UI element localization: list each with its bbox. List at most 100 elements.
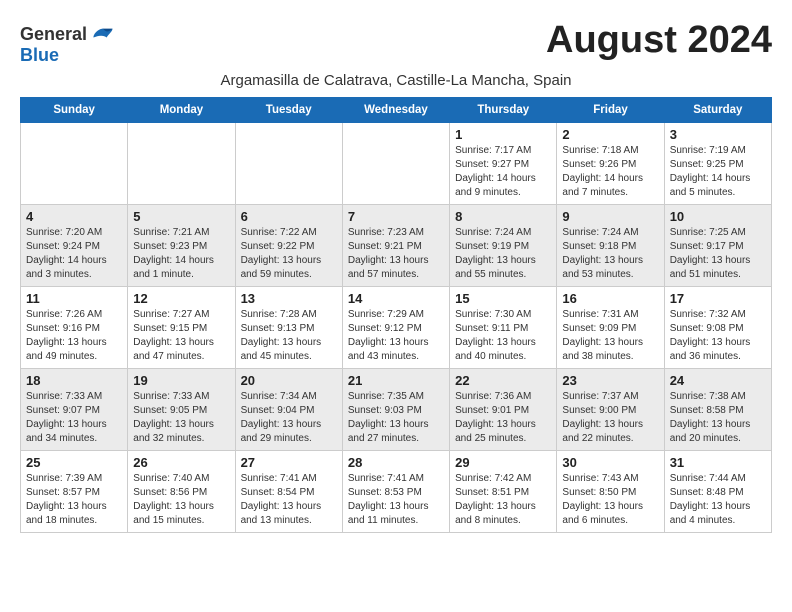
week-row-4: 18Sunrise: 7:33 AM Sunset: 9:07 PM Dayli… bbox=[21, 369, 772, 451]
main-title: August 2024 bbox=[546, 20, 772, 62]
cell-week1-mon bbox=[128, 123, 235, 205]
cell-info: Sunrise: 7:33 AM Sunset: 9:07 PM Dayligh… bbox=[26, 390, 122, 446]
week-row-5: 25 Sunrise: 7:39 AM Sunset: 8:57 PM Dayli… bbox=[21, 451, 772, 533]
cell-info: Sunrise: 7:19 AM Sunset: 9:25 PM Dayligh… bbox=[670, 144, 766, 200]
cell-week1-tue bbox=[235, 123, 342, 205]
cell-info: Sunrise: 7:22 AM Sunset: 9:22 PM Dayligh… bbox=[241, 226, 337, 282]
cell-info: Sunrise: 7:37 AM Sunset: 9:00 PM Dayligh… bbox=[562, 390, 658, 446]
cell-week4-sat: 24 Sunrise: 7:38 AM Sunset: 8:58 PM Dayli… bbox=[664, 369, 771, 451]
cell-week4-thu: 22 Sunrise: 7:36 AM Sunset: 9:01 PM Dayli… bbox=[450, 369, 557, 451]
date-number: 17 bbox=[670, 291, 766, 306]
cell-info: Sunrise: 7:18 AM Sunset: 9:26 PM Dayligh… bbox=[562, 144, 658, 200]
date-number: 28 bbox=[348, 455, 444, 470]
cell-week3-sat: 17 Sunrise: 7:32 AM Sunset: 9:08 PM Dayli… bbox=[664, 287, 771, 369]
date-number: 2 bbox=[562, 127, 658, 142]
date-number: 5 bbox=[133, 209, 229, 224]
date-number: 10 bbox=[670, 209, 766, 224]
cell-info: Sunrise: 7:17 AM Sunset: 9:27 PM Dayligh… bbox=[455, 144, 551, 200]
cell-week2-fri: 9Sunrise: 7:24 AM Sunset: 9:18 PM Daylig… bbox=[557, 205, 664, 287]
cell-info: Sunrise: 7:35 AM Sunset: 9:03 PM Dayligh… bbox=[348, 390, 444, 446]
date-number: 25 bbox=[26, 455, 122, 470]
cell-week3-thu: 15 Sunrise: 7:30 AM Sunset: 9:11 PM Dayli… bbox=[450, 287, 557, 369]
date-number: 4 bbox=[26, 209, 122, 224]
cell-info: Sunrise: 7:33 AM Sunset: 9:05 PM Dayligh… bbox=[133, 390, 229, 446]
week-row-2: 4 Sunrise: 7:20 AM Sunset: 9:24 PM Daylig… bbox=[21, 205, 772, 287]
cell-info: Sunrise: 7:26 AM Sunset: 9:16 PM Dayligh… bbox=[26, 308, 122, 364]
cell-info: Sunrise: 7:24 AM Sunset: 9:19 PM Dayligh… bbox=[455, 226, 551, 282]
cell-week3-tue: 13Sunrise: 7:28 AM Sunset: 9:13 PM Dayli… bbox=[235, 287, 342, 369]
cell-week2-mon: 5 Sunrise: 7:21 AM Sunset: 9:23 PM Daylig… bbox=[128, 205, 235, 287]
cell-week1-wed bbox=[342, 123, 449, 205]
date-number: 22 bbox=[455, 373, 551, 388]
date-number: 12 bbox=[133, 291, 229, 306]
cell-info: Sunrise: 7:24 AM Sunset: 9:18 PM Dayligh… bbox=[562, 226, 658, 282]
cell-info: Sunrise: 7:40 AM Sunset: 8:56 PM Dayligh… bbox=[133, 472, 229, 528]
cell-week4-wed: 21 Sunrise: 7:35 AM Sunset: 9:03 PM Dayli… bbox=[342, 369, 449, 451]
cell-week1-sat: 3Sunrise: 7:19 AM Sunset: 9:25 PM Daylig… bbox=[664, 123, 771, 205]
date-number: 6 bbox=[241, 209, 337, 224]
cell-info: Sunrise: 7:38 AM Sunset: 8:58 PM Dayligh… bbox=[670, 390, 766, 446]
header-monday: Monday bbox=[128, 98, 235, 123]
logo-blue: Blue bbox=[20, 45, 59, 65]
date-number: 31 bbox=[670, 455, 766, 470]
cell-info: Sunrise: 7:23 AM Sunset: 9:21 PM Dayligh… bbox=[348, 226, 444, 282]
cell-week5-sat: 31 Sunrise: 7:44 AM Sunset: 8:48 PM Dayli… bbox=[664, 451, 771, 533]
date-number: 11 bbox=[26, 291, 122, 306]
header-friday: Friday bbox=[557, 98, 664, 123]
cell-info: Sunrise: 7:29 AM Sunset: 9:12 PM Dayligh… bbox=[348, 308, 444, 364]
cell-info: Sunrise: 7:30 AM Sunset: 9:11 PM Dayligh… bbox=[455, 308, 551, 364]
date-number: 13 bbox=[241, 291, 337, 306]
cell-info: Sunrise: 7:25 AM Sunset: 9:17 PM Dayligh… bbox=[670, 226, 766, 282]
cell-info: Sunrise: 7:36 AM Sunset: 9:01 PM Dayligh… bbox=[455, 390, 551, 446]
header-row: SundayMondayTuesdayWednesdayThursdayFrid… bbox=[21, 98, 772, 123]
cell-week1-sun bbox=[21, 123, 128, 205]
date-number: 24 bbox=[670, 373, 766, 388]
cell-info: Sunrise: 7:43 AM Sunset: 8:50 PM Dayligh… bbox=[562, 472, 658, 528]
cell-week5-tue: 27 Sunrise: 7:41 AM Sunset: 8:54 PM Dayli… bbox=[235, 451, 342, 533]
date-number: 26 bbox=[133, 455, 229, 470]
cell-week4-mon: 19Sunrise: 7:33 AM Sunset: 9:05 PM Dayli… bbox=[128, 369, 235, 451]
header-sunday: Sunday bbox=[21, 98, 128, 123]
cell-info: Sunrise: 7:44 AM Sunset: 8:48 PM Dayligh… bbox=[670, 472, 766, 528]
logo-bird-icon bbox=[92, 27, 114, 45]
date-number: 7 bbox=[348, 209, 444, 224]
cell-week5-sun: 25 Sunrise: 7:39 AM Sunset: 8:57 PM Dayli… bbox=[21, 451, 128, 533]
header-thursday: Thursday bbox=[450, 98, 557, 123]
header-wednesday: Wednesday bbox=[342, 98, 449, 123]
date-number: 1 bbox=[455, 127, 551, 142]
cell-week3-fri: 16 Sunrise: 7:31 AM Sunset: 9:09 PM Dayli… bbox=[557, 287, 664, 369]
cell-week4-tue: 20 Sunrise: 7:34 AM Sunset: 9:04 PM Dayli… bbox=[235, 369, 342, 451]
date-number: 29 bbox=[455, 455, 551, 470]
date-number: 27 bbox=[241, 455, 337, 470]
cell-info: Sunrise: 7:34 AM Sunset: 9:04 PM Dayligh… bbox=[241, 390, 337, 446]
date-number: 30 bbox=[562, 455, 658, 470]
cell-week5-thu: 29 Sunrise: 7:42 AM Sunset: 8:51 PM Dayli… bbox=[450, 451, 557, 533]
date-number: 16 bbox=[562, 291, 658, 306]
cell-week1-fri: 2 Sunrise: 7:18 AM Sunset: 9:26 PM Daylig… bbox=[557, 123, 664, 205]
cell-info: Sunrise: 7:41 AM Sunset: 8:53 PM Dayligh… bbox=[348, 472, 444, 528]
cell-info: Sunrise: 7:21 AM Sunset: 9:23 PM Dayligh… bbox=[133, 226, 229, 282]
cell-week5-mon: 26 Sunrise: 7:40 AM Sunset: 8:56 PM Dayli… bbox=[128, 451, 235, 533]
cell-info: Sunrise: 7:42 AM Sunset: 8:51 PM Dayligh… bbox=[455, 472, 551, 528]
logo-general: General bbox=[20, 24, 87, 44]
cell-info: Sunrise: 7:20 AM Sunset: 9:24 PM Dayligh… bbox=[26, 226, 122, 282]
cell-week5-fri: 30 Sunrise: 7:43 AM Sunset: 8:50 PM Dayli… bbox=[557, 451, 664, 533]
subtitle: Argamasilla de Calatrava, Castille-La Ma… bbox=[20, 72, 772, 89]
cell-week3-sun: 11 Sunrise: 7:26 AM Sunset: 9:16 PM Dayli… bbox=[21, 287, 128, 369]
page-header: General Blue August 2024 bbox=[20, 20, 772, 66]
date-number: 21 bbox=[348, 373, 444, 388]
week-row-1: 1 Sunrise: 7:17 AM Sunset: 9:27 PM Daylig… bbox=[21, 123, 772, 205]
cell-week4-fri: 23 Sunrise: 7:37 AM Sunset: 9:00 PM Dayli… bbox=[557, 369, 664, 451]
date-number: 20 bbox=[241, 373, 337, 388]
cell-info: Sunrise: 7:39 AM Sunset: 8:57 PM Dayligh… bbox=[26, 472, 122, 528]
cell-week2-tue: 6 Sunrise: 7:22 AM Sunset: 9:22 PM Daylig… bbox=[235, 205, 342, 287]
cell-week2-wed: 7 Sunrise: 7:23 AM Sunset: 9:21 PM Daylig… bbox=[342, 205, 449, 287]
cell-info: Sunrise: 7:32 AM Sunset: 9:08 PM Dayligh… bbox=[670, 308, 766, 364]
cell-info: Sunrise: 7:31 AM Sunset: 9:09 PM Dayligh… bbox=[562, 308, 658, 364]
cell-week4-sun: 18Sunrise: 7:33 AM Sunset: 9:07 PM Dayli… bbox=[21, 369, 128, 451]
date-number: 15 bbox=[455, 291, 551, 306]
date-number: 23 bbox=[562, 373, 658, 388]
cell-week2-sun: 4 Sunrise: 7:20 AM Sunset: 9:24 PM Daylig… bbox=[21, 205, 128, 287]
cell-info: Sunrise: 7:41 AM Sunset: 8:54 PM Dayligh… bbox=[241, 472, 337, 528]
title-section: August 2024 bbox=[546, 20, 772, 62]
